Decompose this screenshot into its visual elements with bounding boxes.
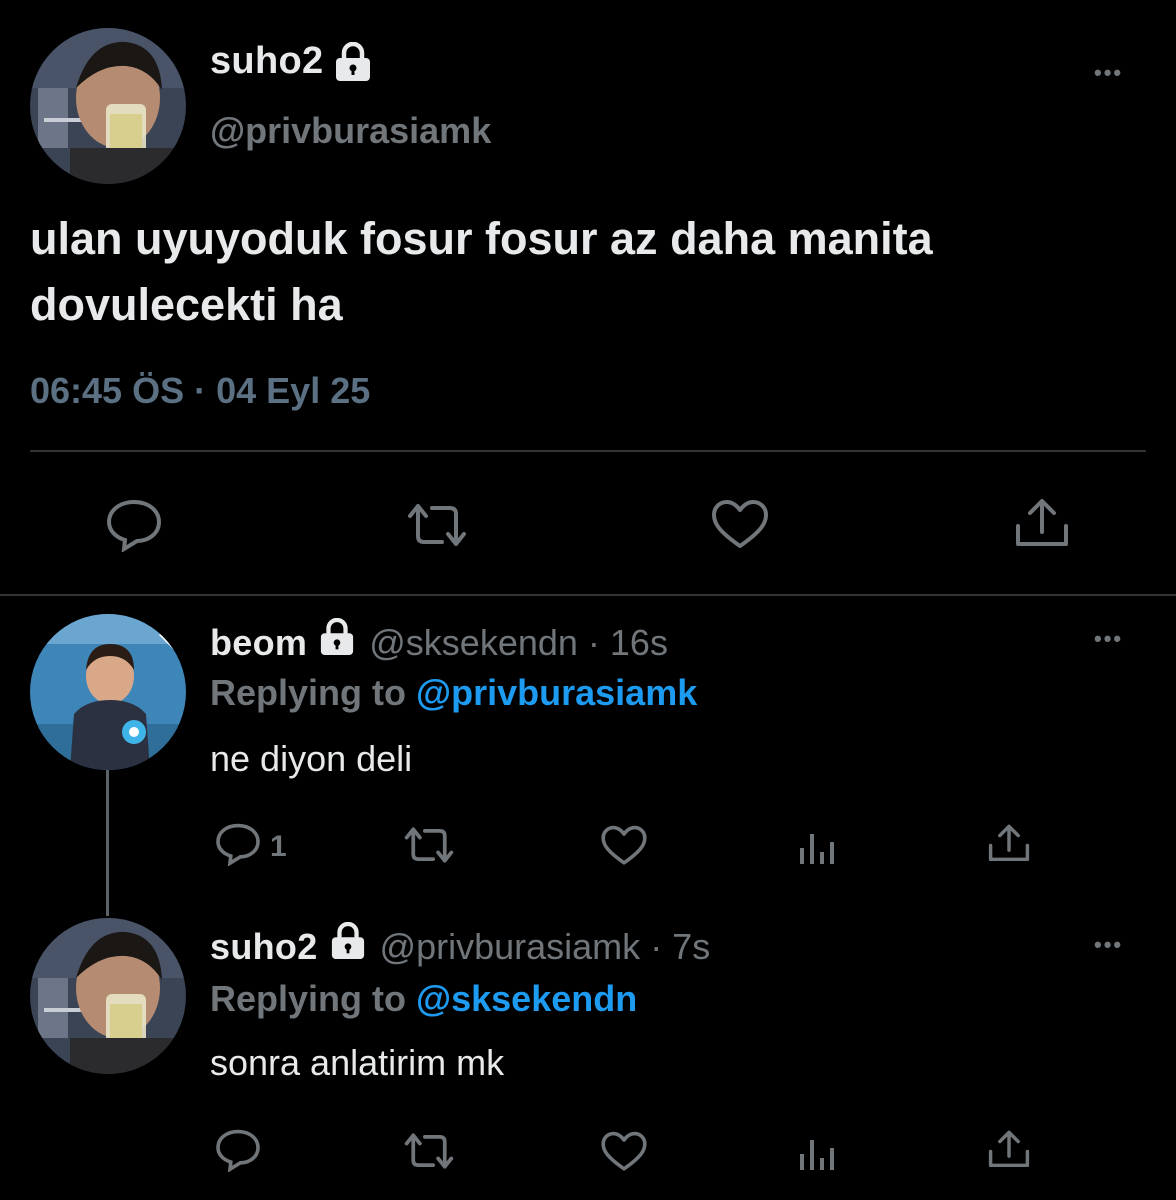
reply-icon[interactable] bbox=[214, 1128, 262, 1177]
thread-connector bbox=[106, 770, 109, 916]
display-name[interactable]: suho2 bbox=[210, 926, 318, 967]
like-icon[interactable] bbox=[600, 824, 648, 873]
reply-header: beom @sksekendn · 16s bbox=[210, 617, 668, 665]
replying-to: Replying to @sksekendn bbox=[210, 978, 637, 1020]
user-handle[interactable]: @sksekendn bbox=[369, 622, 578, 663]
more-options-icon[interactable]: ••• bbox=[1094, 934, 1123, 956]
reply-header: suho2 @privburasiamk · 7s bbox=[210, 921, 711, 969]
divider bbox=[0, 594, 1176, 596]
tweet-date: 04 Eyl 25 bbox=[216, 370, 371, 411]
analytics-icon[interactable] bbox=[798, 1132, 838, 1177]
main-tweet-header: suho2 bbox=[210, 40, 372, 100]
mention-link[interactable]: @privburasiamk bbox=[416, 672, 697, 713]
divider bbox=[30, 450, 1146, 452]
mention-link[interactable]: @sksekendn bbox=[416, 978, 637, 1019]
like-icon[interactable] bbox=[600, 1130, 648, 1179]
more-options-icon[interactable]: ••• bbox=[1094, 628, 1123, 650]
like-icon[interactable] bbox=[710, 498, 770, 557]
timestamp-separator: · bbox=[194, 370, 207, 411]
tweet-text-line: dovulecekti ha bbox=[30, 279, 343, 330]
tweet-timestamp[interactable]: 06:45 ÖS · 04 Eyl 25 bbox=[30, 370, 370, 412]
tweet-text-line: ulan uyuyoduk fosur fosur az daha manita bbox=[30, 213, 933, 264]
reply-time: · 16s bbox=[587, 622, 668, 663]
analytics-icon[interactable] bbox=[798, 826, 838, 871]
display-name[interactable]: beom bbox=[210, 622, 307, 663]
reply-text: sonra anlatirim mk bbox=[210, 1042, 505, 1083]
user-handle[interactable]: @privburasiamk bbox=[380, 926, 641, 967]
lock-icon bbox=[334, 42, 372, 87]
replying-prefix: Replying to bbox=[210, 672, 406, 713]
replying-to: Replying to @privburasiamk bbox=[210, 672, 697, 714]
share-icon[interactable] bbox=[986, 1128, 1032, 1177]
reply-icon[interactable] bbox=[104, 498, 164, 557]
replying-prefix: Replying to bbox=[210, 978, 406, 1019]
user-handle[interactable]: @privburasiamk bbox=[210, 110, 491, 152]
tweet-time: 06:45 ÖS bbox=[30, 370, 185, 411]
more-options-icon[interactable]: ••• bbox=[1094, 62, 1123, 84]
main-tweet-avatar[interactable] bbox=[30, 28, 186, 184]
lock-icon bbox=[330, 921, 366, 969]
reply-count: 1 bbox=[270, 830, 287, 863]
reply-avatar[interactable] bbox=[30, 614, 186, 770]
retweet-icon[interactable] bbox=[400, 824, 458, 871]
lock-icon bbox=[319, 617, 355, 665]
display-name[interactable]: suho2 bbox=[210, 40, 323, 82]
reply-icon[interactable] bbox=[214, 822, 262, 871]
reply-avatar[interactable] bbox=[30, 918, 186, 1074]
reply-time: · 7s bbox=[650, 926, 711, 967]
retweet-icon[interactable] bbox=[400, 1130, 458, 1177]
share-icon[interactable] bbox=[986, 822, 1032, 871]
reply-text: ne diyon deli bbox=[210, 738, 413, 779]
share-icon[interactable] bbox=[1012, 496, 1072, 557]
tweet-text: ulan uyuyoduk fosur fosur az daha manita… bbox=[30, 206, 1170, 338]
retweet-icon[interactable] bbox=[402, 500, 472, 555]
